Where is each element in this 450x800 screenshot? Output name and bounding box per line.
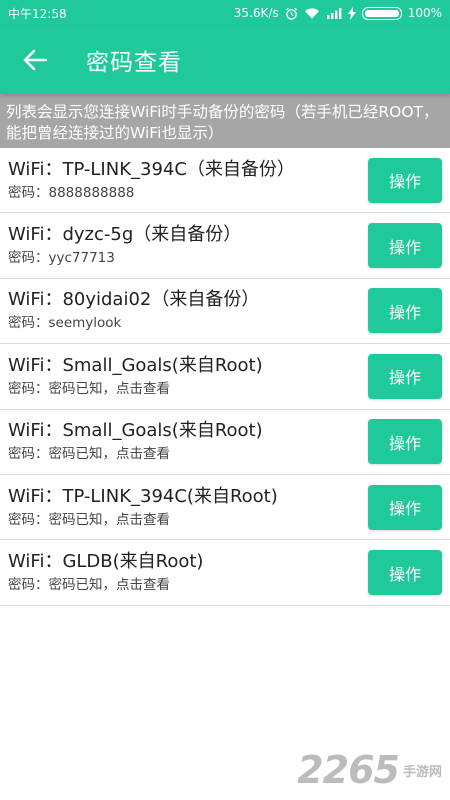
cell-signal-icon — [326, 7, 342, 19]
status-icons: 35.6K/s 100% — [234, 6, 442, 20]
page-title: 密码查看 — [86, 50, 182, 76]
wifi-password: 密码：8888888888 — [8, 184, 135, 201]
item-text: WiFi：dyzc-5g（来自备份） 密码：yyc77713 — [8, 223, 241, 268]
status-bar: 中午12:58 35.6K/s 100% — [0, 0, 450, 26]
wifi-name: WiFi：TP-LINK_394C（来自备份） — [8, 158, 295, 180]
wifi-list: WiFi：TP-LINK_394C（来自备份） 密码：8888888888 操作… — [0, 148, 450, 606]
item-text: WiFi：Small_Goals(来自Root) 密码：密码已知，点击查看 — [8, 419, 263, 464]
wifi-name: WiFi：dyzc-5g（来自备份） — [8, 224, 242, 246]
battery-icon — [361, 6, 402, 20]
wifi-password[interactable]: 密码：密码已知，点击查看 — [8, 379, 263, 399]
operate-button[interactable]: 操作 — [368, 419, 442, 465]
wifi-name: WiFi：GLDB(来自Root) — [8, 551, 204, 573]
wifi-name: WiFi：TP-LINK_394C(来自Root) — [8, 485, 278, 507]
list-item: WiFi：Small_Goals(来自Root) 密码：密码已知，点击查看 操作 — [0, 344, 450, 410]
list-item: WiFi：GLDB(来自Root) 密码：密码已知，点击查看 操作 — [0, 540, 450, 606]
charging-icon — [347, 6, 356, 20]
operate-button[interactable]: 操作 — [368, 484, 442, 530]
item-text: WiFi：TP-LINK_394C(来自Root) 密码：密码已知，点击查看 — [8, 485, 278, 530]
wifi-password[interactable]: 密码：密码已知，点击查看 — [8, 575, 203, 595]
item-text: WiFi：TP-LINK_394C（来自备份） 密码：8888888888 — [8, 158, 295, 203]
item-text: WiFi：Small_Goals(来自Root) 密码：密码已知，点击查看 — [8, 354, 263, 399]
watermark-text: 手游网 — [402, 764, 442, 780]
wifi-password: 密码：seemylook — [8, 315, 122, 332]
app-bar: 密码查看 — [0, 26, 450, 94]
operate-button[interactable]: 操作 — [368, 157, 442, 203]
list-item: WiFi：TP-LINK_394C（来自备份） 密码：8888888888 操作 — [0, 148, 450, 214]
wifi-password[interactable]: 密码：密码已知，点击查看 — [8, 510, 278, 530]
operate-button[interactable]: 操作 — [368, 353, 442, 399]
list-item: WiFi：Small_Goals(来自Root) 密码：密码已知，点击查看 操作 — [0, 410, 450, 475]
watermark-logo: 2265 手游网 — [297, 748, 442, 792]
wifi-name: WiFi：Small_Goals(来自Root) — [8, 354, 263, 376]
item-text: WiFi：GLDB(来自Root) 密码：密码已知，点击查看 — [8, 550, 203, 595]
wifi-signal-icon — [304, 7, 320, 19]
operate-button[interactable]: 操作 — [368, 550, 442, 596]
battery-percent: 100% — [407, 6, 442, 20]
list-item: WiFi：80yidai02（来自备份） 密码：seemylook 操作 — [0, 279, 450, 345]
alarm-icon — [285, 7, 298, 20]
status-time: 中午12:58 — [8, 6, 67, 21]
wifi-password[interactable]: 密码：密码已知，点击查看 — [8, 444, 263, 464]
operate-button[interactable]: 操作 — [368, 223, 442, 269]
back-arrow-icon[interactable] — [20, 45, 50, 75]
wifi-name: WiFi：80yidai02（来自备份） — [8, 289, 260, 311]
item-text: WiFi：80yidai02（来自备份） 密码：seemylook — [8, 288, 259, 333]
watermark-number: 2265 — [297, 748, 400, 792]
operate-button[interactable]: 操作 — [368, 288, 442, 334]
wifi-password: 密码：yyc77713 — [8, 250, 115, 267]
wifi-name: WiFi：Small_Goals(来自Root) — [8, 420, 263, 442]
notice-banner: 列表会显示您连接WiFi时手动备份的密码（若手机已经ROOT，能把曾经连接过的W… — [0, 94, 450, 148]
network-speed: 35.6K/s — [233, 6, 279, 20]
list-item: WiFi：dyzc-5g（来自备份） 密码：yyc77713 操作 — [0, 213, 450, 279]
list-item: WiFi：TP-LINK_394C(来自Root) 密码：密码已知，点击查看 操… — [0, 475, 450, 541]
